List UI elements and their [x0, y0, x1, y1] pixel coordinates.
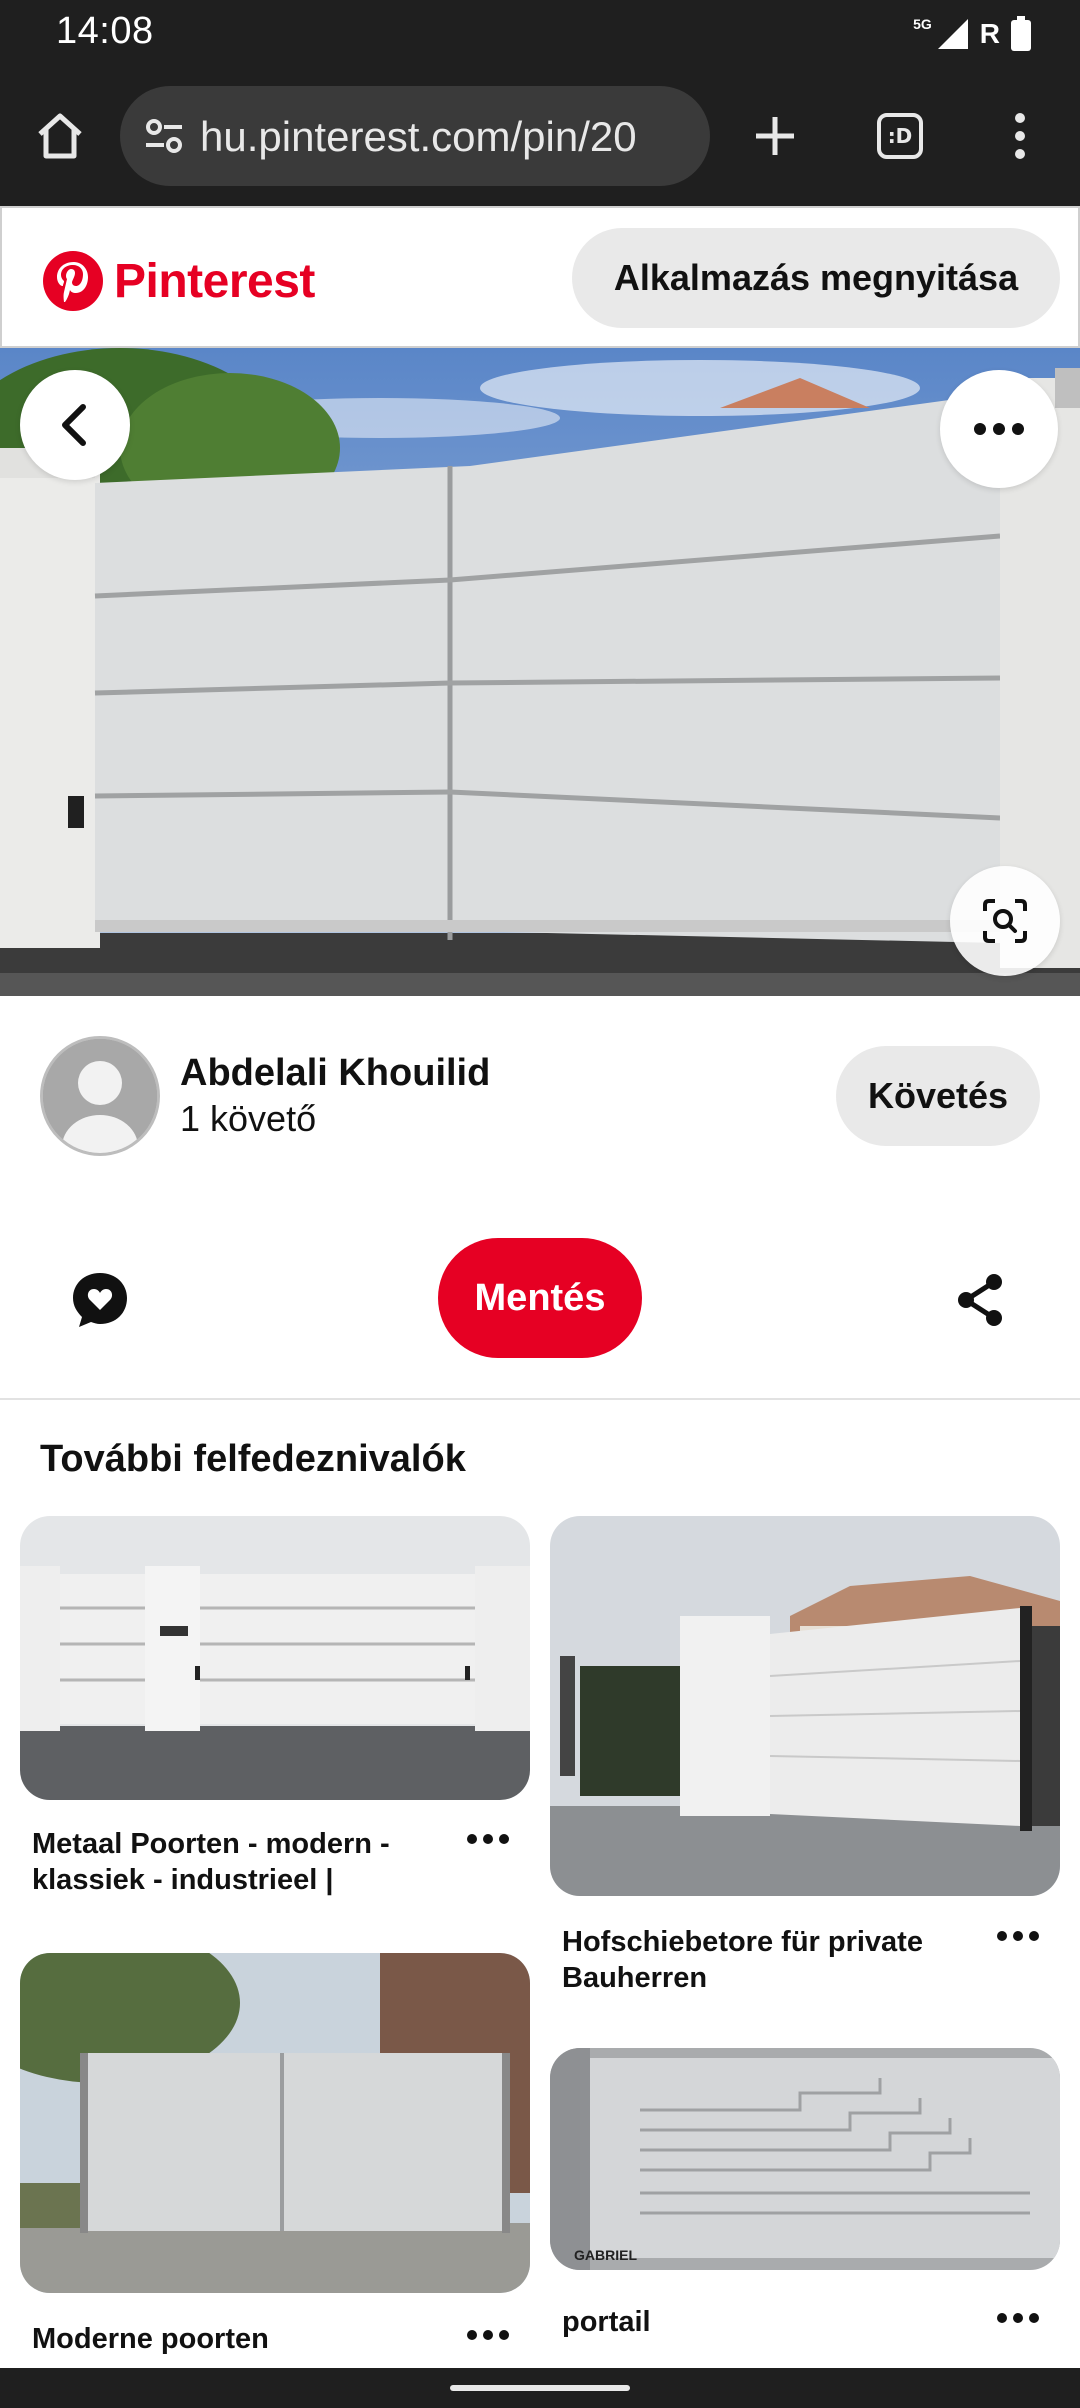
screen: 14:08 5G R hu.pinterest.com/pin/20:D Pi… [0, 0, 1080, 2408]
card-more-button[interactable] [988, 1916, 1048, 1956]
more-options-icon [467, 2330, 509, 2340]
visual-search-icon [983, 899, 1027, 943]
more-options-icon [997, 1931, 1039, 1941]
comment-button[interactable] [60, 1260, 140, 1340]
home-button[interactable] [20, 96, 100, 176]
explore-card[interactable]: Moderne poorten [20, 1953, 530, 2363]
card-photo: GABRIEL [550, 2048, 1060, 2270]
creator-avatar[interactable] [40, 1036, 160, 1156]
save-button[interactable]: Mentés [438, 1238, 642, 1358]
signal-icon [937, 19, 968, 49]
pinterest-logo[interactable]: Pinterest [42, 250, 315, 312]
follow-button[interactable]: Követés [836, 1046, 1040, 1146]
more-options-icon [997, 2313, 1039, 2323]
card-image[interactable] [20, 1516, 530, 1800]
visual-search-button[interactable] [950, 866, 1060, 976]
browser-toolbar: hu.pinterest.com/pin/20 :D [0, 66, 1080, 206]
pinterest-logo-text: Pinterest [114, 254, 315, 308]
open-app-button[interactable]: Alkalmazás megnyitása [572, 228, 1060, 328]
creator-followers: 1 követő [180, 1098, 317, 1139]
more-options-icon [974, 423, 1024, 435]
card-title[interactable]: Moderne poorten [32, 2321, 452, 2361]
plus-icon [756, 117, 794, 155]
pinterest-logo-icon [43, 251, 103, 311]
card-image[interactable] [550, 1516, 1060, 1896]
tab-switcher-icon: :D [877, 113, 923, 159]
tab-switcher-button[interactable]: :D [860, 96, 940, 176]
card-more-button[interactable] [458, 2315, 518, 2355]
card-title[interactable]: Metaal Poorten - modern - klassiek - ind… [32, 1826, 452, 1898]
site-settings-button[interactable] [138, 110, 190, 162]
card-photo [20, 1516, 530, 1800]
status-time: 14:08 [56, 10, 154, 52]
gate-photo [0, 348, 1080, 996]
explore-card[interactable]: GABRIEL portail [550, 2048, 1060, 2368]
status-bar: 14:08 5G R [0, 0, 1080, 66]
explore-card[interactable]: Metaal Poorten - modern - klassiek - ind… [20, 1516, 530, 1916]
site-settings-icon [146, 119, 182, 153]
card-photo [550, 1516, 1060, 1896]
card-more-button[interactable] [458, 1819, 518, 1859]
card-image-watermark: GABRIEL [574, 2247, 637, 2263]
default-avatar-icon [43, 1039, 157, 1153]
roaming-label: R [979, 18, 1000, 49]
divider [0, 1398, 1080, 1400]
share-icon [958, 1274, 1002, 1326]
battery-icon [1011, 16, 1031, 51]
comment-heart-icon [73, 1273, 127, 1327]
share-button[interactable] [940, 1260, 1020, 1340]
address-bar[interactable]: hu.pinterest.com/pin/20 [120, 86, 710, 186]
card-image[interactable]: GABRIEL [550, 2048, 1060, 2270]
pin-image[interactable] [0, 348, 1080, 996]
card-title[interactable]: portail [562, 2304, 962, 2344]
overflow-menu-icon [1015, 113, 1025, 159]
overflow-menu-button[interactable] [980, 96, 1060, 176]
card-title[interactable]: Hofschiebetore für private Bauherren [562, 1924, 962, 1996]
creator-row: Abdelali Khouilid 1 követő Követés [0, 1020, 1080, 1170]
status-icons: 5G R [913, 14, 1032, 54]
back-button[interactable] [20, 370, 130, 480]
pin-more-button[interactable] [940, 370, 1058, 488]
card-more-button[interactable] [988, 2298, 1048, 2338]
creator-name[interactable]: Abdelali Khouilid [180, 1052, 490, 1095]
new-tab-button[interactable] [735, 96, 815, 176]
pinterest-header: Pinterest Alkalmazás megnyitása [0, 206, 1080, 348]
explore-title: További felfedeznivalók [40, 1438, 466, 1480]
url-text: hu.pinterest.com/pin/20 [200, 113, 637, 160]
system-nav-bar [0, 2368, 1080, 2408]
explore-card[interactable]: Hofschiebetore für private Bauherren [550, 1516, 1060, 2006]
pin-actions: Mentés [0, 1230, 1080, 1360]
gesture-handle[interactable] [450, 2385, 630, 2391]
card-image[interactable] [20, 1953, 530, 2293]
card-photo [20, 1953, 530, 2293]
more-options-icon [467, 1834, 509, 1844]
network-type-label: 5G [913, 16, 932, 32]
back-arrow-icon [62, 404, 86, 446]
home-icon [38, 113, 82, 159]
